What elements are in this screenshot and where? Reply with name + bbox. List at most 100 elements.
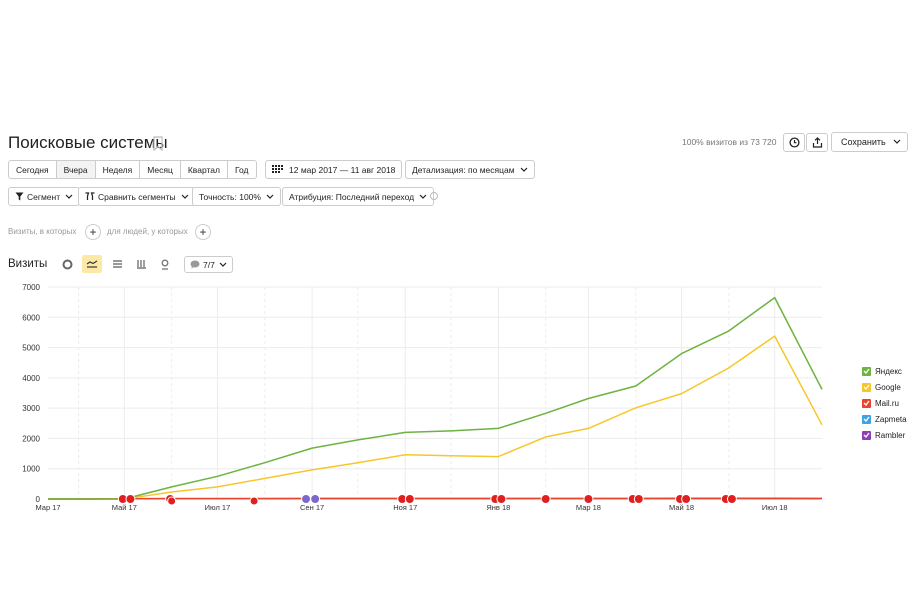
- area-chart-view-button[interactable]: [107, 255, 127, 273]
- legend-label: Mail.ru: [875, 398, 900, 408]
- chart-legend: Яндекс Google Mail.ru Zapmeta Rambler: [862, 363, 907, 443]
- period-month[interactable]: Месяц: [140, 161, 181, 178]
- visits-share-info: 100% визитов из 73 720: [682, 137, 777, 147]
- x-tick-label: Мар 18: [576, 503, 601, 512]
- chevron-down-icon: [893, 139, 901, 144]
- period-year[interactable]: Год: [228, 161, 256, 178]
- chevron-down-icon: [181, 194, 189, 199]
- compare-icon: [85, 192, 95, 200]
- bar-chart-icon: [136, 260, 146, 269]
- chevron-down-icon: [419, 194, 427, 199]
- legend-label: Rambler: [875, 430, 906, 440]
- line-chart-view-button[interactable]: [82, 255, 102, 273]
- checkbox-icon[interactable]: [862, 414, 871, 424]
- x-tick-label: Май 17: [112, 503, 137, 512]
- info-icon[interactable]: [430, 192, 438, 200]
- checkbox-icon[interactable]: [862, 366, 871, 376]
- x-tick-label: Янв 18: [486, 503, 510, 512]
- compare-segments-button[interactable]: Сравнить сегменты: [78, 187, 196, 206]
- y-tick-label: 3000: [22, 404, 40, 413]
- calendar-icon: [272, 164, 283, 173]
- comment-marker-icon: [583, 494, 594, 504]
- comment-marker-icon: [310, 494, 321, 504]
- period-week[interactable]: Неделя: [96, 161, 141, 178]
- period-today[interactable]: Сегодня: [9, 161, 57, 178]
- legend-item-yandex[interactable]: Яндекс: [862, 363, 907, 379]
- legend-item-rambler[interactable]: Rambler: [862, 427, 907, 443]
- accuracy-label: Точность: 100%: [199, 191, 261, 202]
- detail-select[interactable]: Детализация: по месяцам: [405, 160, 535, 179]
- chevron-down-icon: [219, 262, 227, 267]
- series-line-1: [48, 335, 823, 500]
- export-button[interactable]: [806, 133, 828, 152]
- visits-line-chart: 01000200030004000500060007000 Мар 17 Май …: [22, 283, 823, 512]
- y-tick-label: 5000: [22, 344, 40, 353]
- segment-button[interactable]: Сегмент: [8, 187, 81, 206]
- y-tick-label: 6000: [22, 313, 40, 322]
- x-tick-label: Ноя 17: [393, 503, 417, 512]
- comments-toggle[interactable]: 7/7: [184, 256, 233, 273]
- segment-label: Сегмент: [27, 191, 61, 202]
- comment-marker-icon: [125, 494, 136, 504]
- line-chart-icon: [86, 260, 98, 268]
- legend-item-zapmeta[interactable]: Zapmeta: [862, 411, 907, 427]
- date-range-picker[interactable]: 12 мар 2017 — 11 авг 2018: [265, 160, 403, 179]
- period-quarter[interactable]: Квартал: [181, 161, 228, 178]
- comment-marker-icon: [633, 494, 644, 504]
- chart-title: Визиты: [8, 258, 48, 270]
- chevron-down-icon: [266, 194, 274, 199]
- pie-chart-view-button[interactable]: [57, 255, 77, 273]
- y-tick-label: 4000: [22, 374, 40, 383]
- attribution-label: Атрибуция: Последний переход: [289, 191, 415, 202]
- y-tick-label: 2000: [22, 434, 40, 443]
- legend-label: Яндекс: [875, 366, 902, 376]
- history-button[interactable]: [783, 133, 805, 152]
- upload-icon: [812, 137, 822, 148]
- pie-icon: [62, 259, 72, 269]
- chart-grid: [48, 286, 822, 500]
- comment-marker-icon: [167, 496, 177, 506]
- add-visit-filter-button[interactable]: +: [85, 224, 101, 240]
- accuracy-select[interactable]: Точность: 100%: [192, 187, 281, 206]
- comment-marker-icon: [540, 494, 551, 504]
- filter-icon: [15, 192, 24, 201]
- bar-chart-view-button[interactable]: [131, 255, 151, 273]
- chevron-down-icon: [520, 167, 527, 172]
- checkbox-icon[interactable]: [862, 430, 871, 440]
- x-tick-label: Мар 17: [35, 503, 60, 512]
- series-line-2: [48, 497, 823, 500]
- x-tick-label: Май 18: [669, 503, 694, 512]
- comment-marker-icon: [496, 494, 507, 504]
- map-view-button[interactable]: [155, 255, 175, 273]
- clock-icon: [788, 137, 800, 148]
- visits-filter-label: Визиты, в которых: [8, 227, 77, 236]
- compare-label: Сравнить сегменты: [98, 191, 176, 202]
- period-yesterday[interactable]: Вчера: [56, 161, 96, 178]
- date-range-label: 12 мар 2017 — 11 авг 2018: [289, 164, 396, 175]
- attribution-select[interactable]: Атрибуция: Последний переход: [282, 187, 435, 206]
- period-selector: Сегодня Вчера Неделя Месяц Квартал Год: [8, 160, 257, 179]
- comments-count: 7/7: [203, 259, 215, 270]
- x-tick-label: Июл 18: [762, 503, 788, 512]
- x-tick-label: Июл 17: [205, 503, 231, 512]
- comment-marker-icon: [726, 494, 737, 504]
- add-people-filter-button[interactable]: +: [195, 224, 211, 240]
- x-tick-label: Сен 17: [300, 503, 324, 512]
- legend-item-google[interactable]: Google: [862, 379, 907, 395]
- checkbox-icon[interactable]: [862, 398, 871, 408]
- legend-label: Zapmeta: [875, 414, 907, 424]
- page-title: Поисковые системы: [8, 133, 168, 152]
- plus-icon: +: [199, 225, 207, 239]
- chevron-down-icon: [65, 194, 73, 199]
- map-pin-icon: [161, 259, 169, 270]
- area-chart-icon: [112, 260, 122, 268]
- legend-item-mailru[interactable]: Mail.ru: [862, 395, 907, 411]
- y-tick-label: 1000: [22, 465, 40, 474]
- comment-marker-icon: [404, 494, 415, 504]
- save-button[interactable]: Сохранить: [831, 132, 908, 152]
- checkbox-icon[interactable]: [862, 382, 871, 392]
- y-tick-label: 7000: [22, 283, 40, 292]
- save-button-label: Сохранить: [841, 137, 886, 147]
- y-axis-ticks: 01000200030004000500060007000: [22, 283, 40, 504]
- bookmark-icon[interactable]: [152, 136, 164, 151]
